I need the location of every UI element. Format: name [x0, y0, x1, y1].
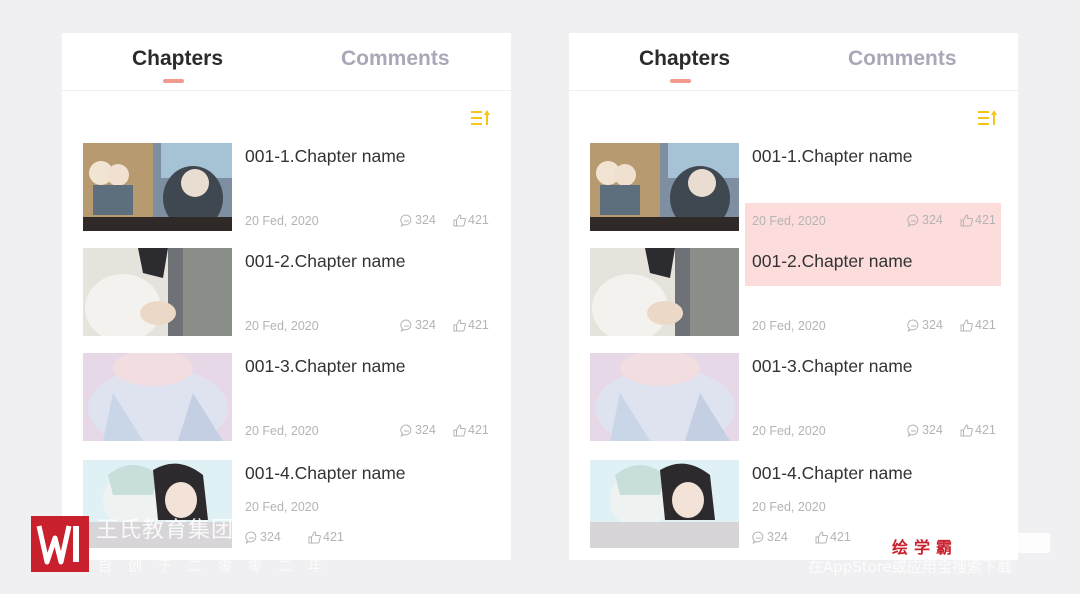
- watermark-brand: 绘学霸: [892, 538, 959, 557]
- like-count[interactable]: 421: [453, 318, 489, 332]
- watermark-org-name: 王氏教育集团: [96, 518, 235, 543]
- chapter-date: 20 Fed, 2020: [245, 500, 319, 514]
- comment-bubble-icon: [400, 423, 412, 437]
- chapter-title: 001-2.Chapter name: [752, 251, 913, 271]
- thumbs-up-icon: [308, 530, 321, 543]
- active-tab-indicator: [163, 79, 184, 83]
- like-count[interactable]: 421: [960, 423, 996, 437]
- chapter-date: 20 Fed, 2020: [245, 214, 319, 228]
- comment-bubble-icon: [400, 318, 412, 332]
- chapter-date: 20 Fed, 2020: [752, 424, 826, 438]
- comment-count: 324: [245, 530, 281, 544]
- watermark-slogan: 自创于二零零二年: [98, 559, 338, 575]
- comment-count: 324: [907, 318, 943, 332]
- chapter-title: 001-4.Chapter name: [245, 463, 406, 483]
- comment-bubble-icon: [907, 318, 919, 332]
- sort-order-icon[interactable]: [978, 110, 997, 126]
- comment-count: 324: [907, 423, 943, 437]
- chapter-thumbnail: [83, 143, 232, 231]
- like-count[interactable]: 421: [453, 423, 489, 437]
- like-count-value: 421: [468, 423, 489, 437]
- chapter-row[interactable]: 001-2.Chapter name 20 Fed, 2020 324 421: [83, 248, 493, 336]
- chapter-thumbnail: [590, 248, 739, 336]
- thumbs-up-icon: [453, 423, 466, 436]
- comment-count: 324: [907, 213, 943, 227]
- tab-comments[interactable]: Comments: [341, 47, 450, 71]
- active-tab-indicator: [670, 79, 691, 83]
- chapter-thumbnail: [590, 143, 739, 231]
- chapter-title: 001-3.Chapter name: [245, 356, 406, 376]
- comment-count: 324: [400, 423, 436, 437]
- comment-count: 324: [400, 318, 436, 332]
- thumbs-up-icon: [960, 423, 973, 436]
- tab-chapters[interactable]: Chapters: [132, 47, 223, 71]
- comment-count: 324: [752, 530, 788, 544]
- comment-count: 324: [400, 213, 436, 227]
- chapter-date: 20 Fed, 2020: [752, 500, 826, 514]
- chapter-title: 001-3.Chapter name: [752, 356, 913, 376]
- tab-bar: Chapters Comments: [569, 33, 1018, 91]
- comment-count-value: 324: [767, 530, 788, 544]
- tab-bar: Chapters Comments: [62, 33, 511, 91]
- chapter-title: 001-1.Chapter name: [245, 146, 406, 166]
- thumbs-up-icon: [453, 213, 466, 226]
- thumbs-up-icon: [960, 213, 973, 226]
- like-count[interactable]: 421: [453, 213, 489, 227]
- like-count-value: 421: [468, 213, 489, 227]
- thumbs-up-icon: [815, 530, 828, 543]
- like-count-value: 421: [323, 530, 344, 544]
- comment-count-value: 324: [415, 423, 436, 437]
- comment-bubble-icon: [752, 530, 764, 544]
- chapter-date: 20 Fed, 2020: [752, 319, 826, 333]
- chapter-title: 001-2.Chapter name: [245, 251, 406, 271]
- comment-count-value: 324: [260, 530, 281, 544]
- watermark-app-download: 在AppStore或应用宝搜索下载: [808, 558, 1012, 576]
- comment-bubble-icon: [245, 530, 257, 544]
- chapter-date: 20 Fed, 2020: [245, 424, 319, 438]
- like-count[interactable]: 421: [960, 318, 996, 332]
- thumbs-up-icon: [453, 318, 466, 331]
- chapter-row[interactable]: 001-3.Chapter name 20 Fed, 2020 324 421: [590, 353, 1000, 441]
- watermark-logo: [31, 516, 89, 572]
- chapter-row[interactable]: 001-2.Chapter name 20 Fed, 2020 324 421: [590, 248, 1000, 336]
- chapter-thumbnail: [83, 353, 232, 441]
- comment-bubble-icon: [907, 213, 919, 227]
- chapter-row[interactable]: 001-3.Chapter name 20 Fed, 2020 324 421: [83, 353, 493, 441]
- like-count-value: 421: [975, 213, 996, 227]
- chapter-title: 001-1.Chapter name: [752, 146, 913, 166]
- chapters-screen-highlighted: Chapters Comments 001-1.Chapter name 20 …: [569, 33, 1018, 560]
- like-count[interactable]: 421: [960, 213, 996, 227]
- chapter-thumbnail: [83, 248, 232, 336]
- chapters-screen-default: Chapters Comments 001-1.Chapter name 20 …: [62, 33, 511, 560]
- comment-count-value: 324: [415, 318, 436, 332]
- chapter-row[interactable]: 001-1.Chapter name 20 Fed, 2020 324 421: [83, 143, 493, 231]
- comment-count-value: 324: [922, 213, 943, 227]
- tab-comments[interactable]: Comments: [848, 47, 957, 71]
- chapter-row[interactable]: 001-1.Chapter name 20 Fed, 2020 324 421: [590, 143, 1000, 231]
- comment-count-value: 324: [922, 423, 943, 437]
- like-count-value: 421: [830, 530, 851, 544]
- like-count-value: 421: [975, 423, 996, 437]
- watermark-badge: [1010, 533, 1050, 553]
- comment-count-value: 324: [415, 213, 436, 227]
- sort-order-icon[interactable]: [471, 110, 490, 126]
- thumbs-up-icon: [960, 318, 973, 331]
- comment-bubble-icon: [907, 423, 919, 437]
- chapter-date: 20 Fed, 2020: [245, 319, 319, 333]
- like-count-value: 421: [468, 318, 489, 332]
- like-count-value: 421: [975, 318, 996, 332]
- like-count[interactable]: 421: [308, 530, 344, 544]
- comment-bubble-icon: [400, 213, 412, 227]
- chapter-date: 20 Fed, 2020: [752, 214, 826, 228]
- comment-count-value: 324: [922, 318, 943, 332]
- like-count[interactable]: 421: [815, 530, 851, 544]
- tab-chapters[interactable]: Chapters: [639, 47, 730, 71]
- chapter-thumbnail: [590, 353, 739, 441]
- chapter-thumbnail: [590, 460, 739, 548]
- chapter-title: 001-4.Chapter name: [752, 463, 913, 483]
